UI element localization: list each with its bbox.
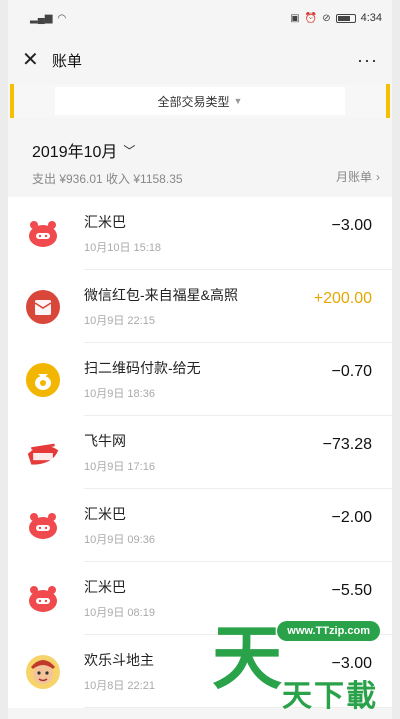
transaction-amount: −73.28: [322, 436, 372, 453]
watermark-text: 天下載: [282, 680, 378, 713]
signal-icon: ▂▄▆: [30, 12, 53, 24]
transaction-item[interactable]: 汇米巴 10月10日 15:18 −3.00: [8, 197, 392, 270]
transaction-time: 10月9日 08:19: [84, 607, 155, 619]
transaction-time: 10月9日 09:36: [84, 534, 155, 546]
nav-bar: ✕ 账单 ···: [8, 36, 392, 84]
monthly-bill-link[interactable]: 月账单 ›: [336, 168, 380, 185]
transaction-time: 10月9日 17:16: [84, 461, 155, 473]
filter-edge-right: [386, 84, 390, 118]
battery-icon: [335, 13, 356, 23]
transaction-amount: +200.00: [313, 290, 372, 307]
monthly-bill-label: 月账单: [335, 170, 372, 184]
transaction-item[interactable]: 汇米巴 10月9日 09:36 −2.00: [8, 489, 392, 562]
site-watermark: 天 www.TTzip.com 天下載: [212, 619, 380, 713]
transaction-time: 10月9日 18:36: [84, 388, 155, 400]
pig-icon: [26, 509, 60, 543]
alarm-icon: ⏰: [304, 12, 318, 24]
transaction-item[interactable]: 扫二维码付款-给无 10月9日 18:36 −0.70: [8, 343, 392, 416]
filter-label: 全部交易类型: [157, 94, 230, 109]
status-bar: ▂▄▆ ◠ ▣ ⏰ ⊘ 4:34: [8, 0, 392, 36]
mute-icon: ⊘: [322, 12, 331, 24]
pig-icon: [26, 217, 60, 251]
hd-icon: ▣: [290, 12, 300, 24]
status-time: 4:34: [360, 12, 382, 24]
watermark-big-char: 天: [212, 619, 282, 697]
transaction-time: 10月9日 22:15: [84, 315, 155, 327]
close-icon[interactable]: ✕: [22, 50, 46, 70]
page-title: 账单: [52, 52, 83, 70]
transaction-type-filter[interactable]: 全部交易类型 ▼: [55, 87, 345, 115]
chevron-down-icon: ﹀: [123, 143, 136, 158]
transaction-item[interactable]: 微信红包-来自福星&高照 10月9日 22:15 +200.00: [8, 270, 392, 343]
caret-down-icon: ▼: [233, 96, 243, 106]
watermark-url: www.TTzip.com: [277, 621, 380, 641]
pig-icon: [26, 582, 60, 616]
transaction-time: 10月10日 15:18: [84, 242, 162, 254]
month-selector[interactable]: 2019年10月 ﹀: [32, 138, 378, 162]
status-left: ▂▄▆ ◠: [30, 13, 66, 24]
money-bag-icon: [26, 362, 60, 397]
month-label: 2019年10月: [32, 144, 118, 161]
wifi-icon: ◠: [57, 12, 67, 24]
filter-edge-left: [10, 84, 14, 118]
more-menu-icon[interactable]: ···: [357, 50, 378, 71]
red-packet-icon: [26, 289, 60, 324]
month-section: 2019年10月 ﹀ 支出 ¥936.01 收入 ¥1158.35 月账单 ›: [8, 118, 392, 197]
transaction-amount: −3.00: [331, 217, 372, 234]
game-avatar: [26, 654, 60, 689]
feiniu-logo: [26, 436, 60, 470]
filter-bar: 全部交易类型 ▼: [8, 84, 392, 118]
chevron-right-icon: ›: [376, 169, 380, 184]
transaction-amount: −5.50: [331, 582, 372, 599]
transaction-amount: −0.70: [331, 363, 372, 380]
transaction-item[interactable]: 飞牛网 10月9日 17:16 −73.28: [8, 416, 392, 489]
phone-screen: ▂▄▆ ◠ ▣ ⏰ ⊘ 4:34 ✕ 账单 ··· 全部交易类型 ▼ 2019年…: [8, 0, 392, 719]
status-right: ▣ ⏰ ⊘ 4:34: [290, 12, 382, 24]
month-summary: 支出 ¥936.01 收入 ¥1158.35: [32, 172, 183, 186]
transaction-amount: −2.00: [331, 509, 372, 526]
